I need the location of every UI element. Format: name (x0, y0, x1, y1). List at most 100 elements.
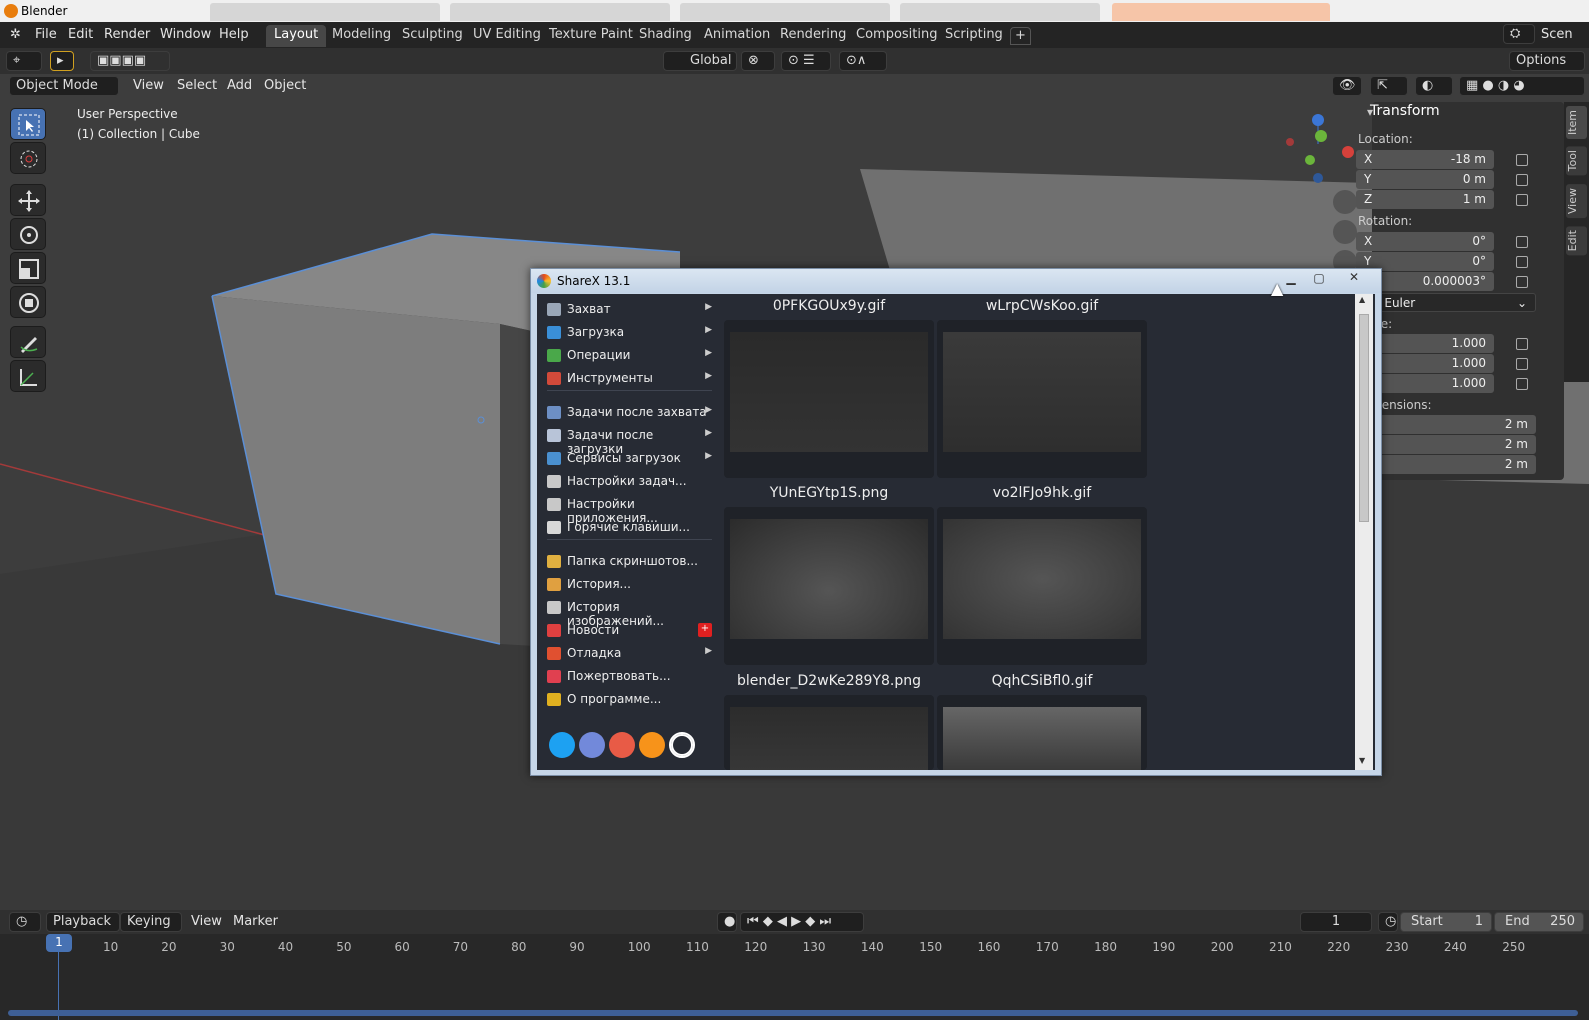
sharex-menu-item[interactable]: История... (547, 574, 712, 596)
timeline-scrollbar[interactable] (8, 1010, 1578, 1016)
options-dropdown[interactable]: Options (1509, 51, 1585, 71)
scene-icon[interactable]: ⛭ (1503, 24, 1535, 44)
location-z-field[interactable]: Z1 m (1356, 190, 1494, 209)
selection-mode-icons[interactable]: ▣▣▣▣ (90, 51, 170, 71)
sharex-menu-item[interactable]: Задачи после загрузки ▶ (547, 425, 712, 456)
sharex-menu-item[interactable]: Новости + (547, 620, 712, 642)
tab-shading[interactable]: Shading (631, 25, 700, 47)
lock-icon[interactable] (1516, 236, 1528, 248)
dimensions-x-field[interactable]: X2 m (1356, 415, 1536, 434)
sharex-menu-item[interactable]: О программе... (547, 689, 712, 711)
sharex-menu-item[interactable]: Настройки задач... (547, 471, 712, 493)
tab-scripting[interactable]: Scripting (937, 25, 1011, 47)
start-frame-field[interactable]: Start 1 (1400, 912, 1492, 932)
thumbnail-card[interactable] (937, 695, 1147, 770)
sharex-menu-item[interactable]: Инструменты ▶ (547, 368, 712, 390)
sharex-title-bar[interactable]: ShareX 13.1 ▁ ▢ ✕ (531, 269, 1381, 293)
timeline-menu-view[interactable]: View (191, 914, 222, 929)
add-workspace-button[interactable]: + (1010, 27, 1031, 45)
sharex-menu-item[interactable]: Операции ▶ (547, 345, 712, 367)
gizmo-icon[interactable]: ⇱ (1370, 76, 1408, 96)
tab-edit[interactable]: Edit (1566, 226, 1587, 256)
tab-sculpting[interactable]: Sculpting (394, 25, 471, 47)
rotation-x-field[interactable]: X 0° (1356, 232, 1494, 251)
lock-icon[interactable] (1516, 256, 1528, 268)
mode-dropdown[interactable]: Object Mode (9, 76, 119, 96)
sharex-menu-item[interactable]: Горячие клавиши... (547, 517, 712, 539)
tab-item[interactable]: Item (1566, 106, 1587, 140)
lock-icon[interactable] (1516, 276, 1528, 288)
tab-tool[interactable]: Tool (1566, 146, 1587, 176)
snap-icon[interactable]: ⊙ ☰ (781, 51, 831, 71)
select-tool-icon[interactable] (10, 108, 46, 140)
playback-controls-icons[interactable]: ⏮ ◆ ◀ ▶ ◆ ⏭ (740, 912, 864, 932)
timeline-menu-marker[interactable]: Marker (233, 914, 278, 929)
timeline-editor-icon[interactable]: ◷ (9, 912, 41, 932)
lock-icon[interactable] (1516, 174, 1528, 186)
viewport-menu-select[interactable]: Select (177, 78, 217, 93)
tab-texture-paint[interactable]: Texture Paint (541, 25, 641, 47)
location-x-field[interactable]: X -18 m (1356, 150, 1494, 169)
vertical-scrollbar[interactable]: ▲ ▼ (1355, 294, 1373, 770)
tab-layout[interactable]: Layout (266, 25, 327, 47)
lock-icon[interactable] (1516, 378, 1528, 390)
location-y-field[interactable]: Y0 m (1356, 170, 1494, 189)
tab-rendering[interactable]: Rendering (772, 25, 854, 47)
sharex-menu-item[interactable]: Загрузка ▶ (547, 322, 712, 344)
transform-title[interactable]: Transform (1370, 103, 1440, 119)
github-icon[interactable] (669, 732, 695, 758)
tab-uv-editing[interactable]: UV Editing (465, 25, 549, 47)
twitter-icon[interactable] (549, 732, 575, 758)
playhead[interactable]: 1 (46, 934, 72, 952)
measure-tool-icon[interactable] (10, 360, 46, 392)
patreon-icon[interactable] (609, 732, 635, 758)
thumbnail-card[interactable] (724, 320, 934, 478)
scroll-down-icon[interactable]: ▼ (1359, 756, 1365, 765)
sharex-menu-item[interactable]: Пожертвовать... (547, 666, 712, 688)
scene-selector[interactable]: Scen (1541, 27, 1573, 42)
bitcoin-icon[interactable] (639, 732, 665, 758)
viewport-menu-view[interactable]: View (133, 78, 164, 93)
thumbnail-card[interactable] (724, 695, 934, 770)
lock-icon[interactable] (1516, 358, 1528, 370)
scale-tool-icon[interactable] (10, 252, 46, 284)
sharex-menu-item[interactable]: Захват ▶ (547, 299, 712, 321)
overlay-icon[interactable]: ◐ (1415, 76, 1453, 96)
menu-file[interactable]: File (35, 27, 57, 42)
lock-icon[interactable] (1516, 194, 1528, 206)
playback-dropdown[interactable]: Playback (46, 912, 120, 932)
menu-help[interactable]: Help (219, 27, 249, 42)
viewport-menu-add[interactable]: Add (227, 78, 252, 93)
record-icon[interactable]: ● (717, 912, 737, 932)
editor-type-icon[interactable]: ⌖ (6, 51, 42, 71)
sharex-menu-item[interactable]: Папка скриншотов... (547, 551, 712, 573)
proportional-edit-icon[interactable]: ⊙∧ (839, 51, 887, 71)
lock-icon[interactable] (1516, 338, 1528, 350)
rotate-tool-icon[interactable] (10, 218, 46, 250)
thumbnail-card[interactable] (937, 507, 1147, 665)
shading-mode-icons[interactable]: ▦ ● ◑ ◕ (1459, 76, 1585, 96)
tab-compositing[interactable]: Compositing (848, 25, 946, 47)
orientation-dropdown[interactable]: Global (663, 51, 737, 71)
rotation-mode-dropdown[interactable]: YZ Euler ⌄ (1356, 293, 1536, 312)
discord-icon[interactable] (579, 732, 605, 758)
close-icon[interactable]: ✕ (1334, 270, 1374, 288)
clock-icon[interactable]: ◷ (1378, 912, 1398, 932)
dimensions-z-field[interactable]: Z2 m (1356, 455, 1536, 474)
menu-edit[interactable]: Edit (68, 27, 93, 42)
tab-animation[interactable]: Animation (696, 25, 778, 47)
transform-tool-icon[interactable] (10, 286, 46, 318)
dimensions-y-field[interactable]: Y2 m (1356, 435, 1536, 454)
sharex-window[interactable]: ShareX 13.1 ▁ ▢ ✕ Захват ▶ Загрузка ▶ Операц… (530, 268, 1382, 776)
sharex-menu-item[interactable]: Задачи после захвата ▶ (547, 402, 712, 424)
menu-window[interactable]: Window (160, 27, 211, 42)
maximize-icon[interactable]: ▢ (1306, 271, 1332, 288)
blender-menu-icon[interactable]: ✲ (10, 27, 21, 42)
lock-icon[interactable] (1516, 154, 1528, 166)
annotate-tool-icon[interactable] (10, 326, 46, 358)
move-tool-icon[interactable] (10, 184, 46, 216)
tab-modeling[interactable]: Modeling (324, 25, 399, 47)
end-frame-field[interactable]: End 250 (1494, 912, 1584, 932)
sharex-menu-item[interactable]: История изображений... (547, 597, 712, 628)
cursor-tool-icon[interactable] (10, 142, 46, 174)
